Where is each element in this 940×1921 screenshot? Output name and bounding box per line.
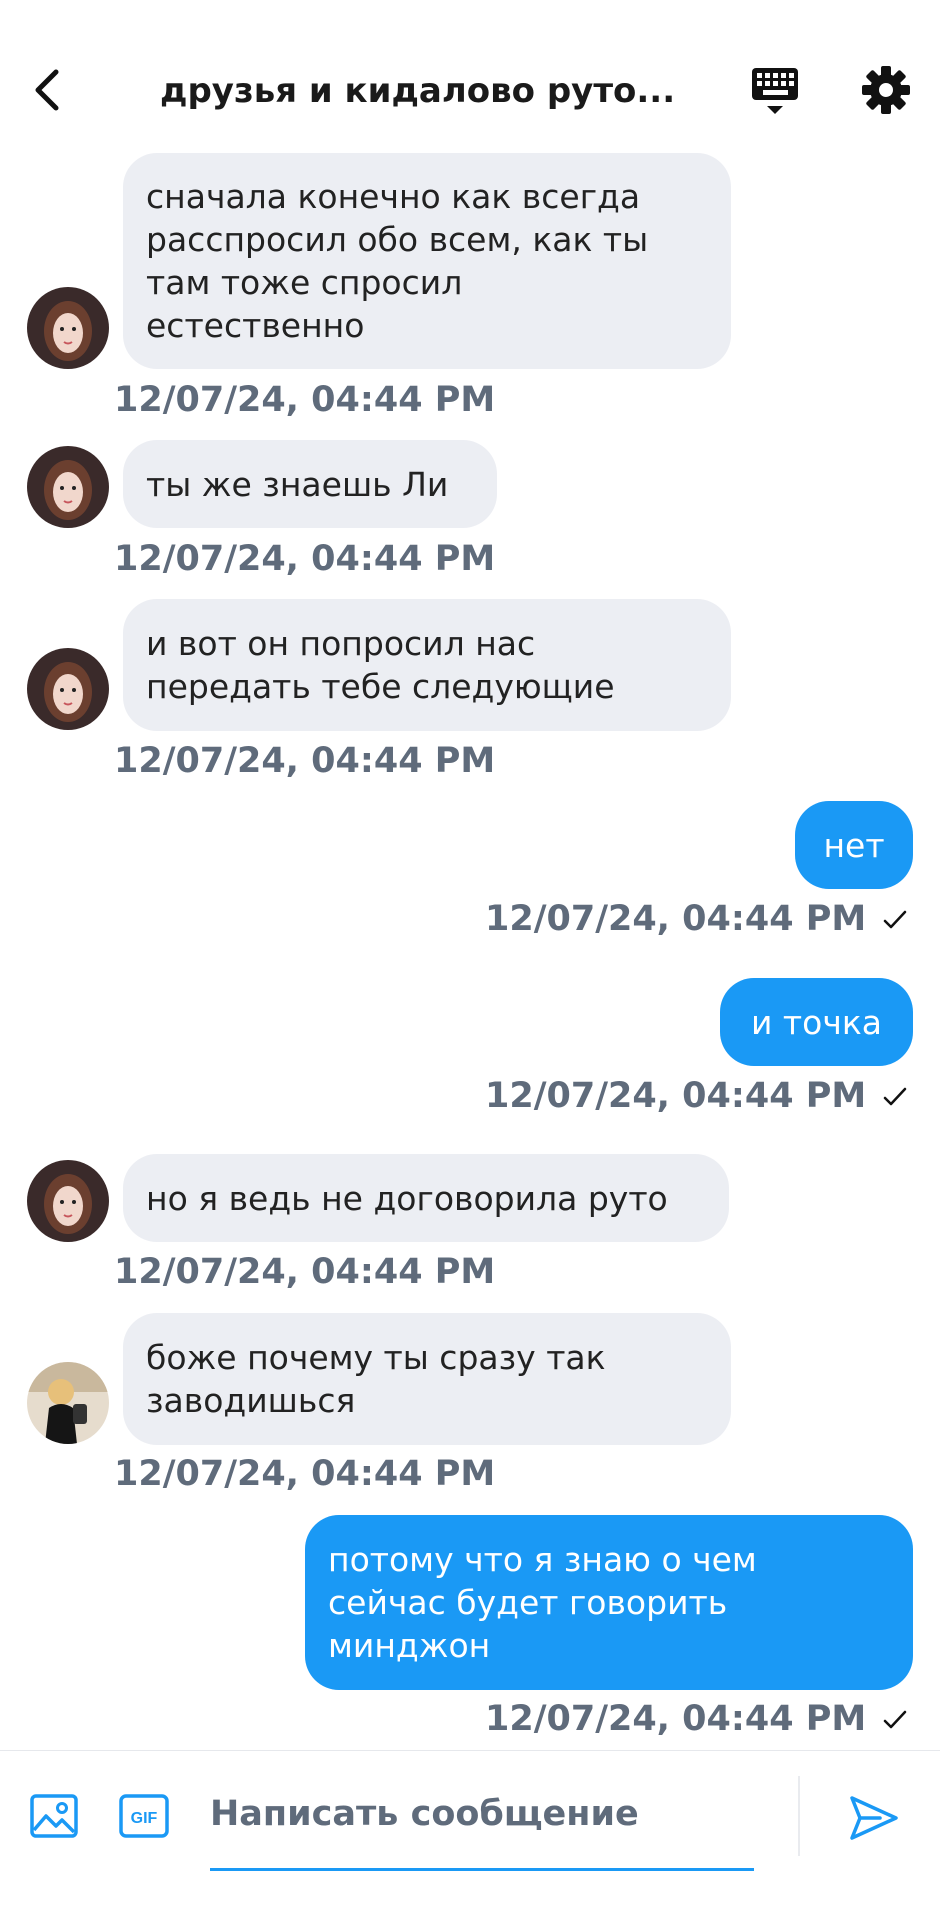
avatar[interactable] xyxy=(27,287,109,369)
message-line: сейчас будет говорить xyxy=(328,1583,728,1622)
message-timestamp: 12/07/24, 04:44 PM xyxy=(114,1454,496,1494)
message-line: но я ведь не договорила руто xyxy=(146,1178,668,1218)
divider xyxy=(798,1776,800,1856)
message-line: ты же знаешь Ли xyxy=(146,464,449,504)
message-timestamp: 12/07/24, 04:44 PM xyxy=(485,899,867,939)
attach-image-button[interactable] xyxy=(28,1790,80,1842)
message-timestamp: 12/07/24, 04:44 PM xyxy=(114,741,496,781)
message-line: нет xyxy=(823,825,885,865)
message-bubble-incoming[interactable]: и вот он попросил нас передать тебе след… xyxy=(123,599,731,731)
avatar[interactable] xyxy=(27,446,109,528)
message-line: и вот он попросил нас xyxy=(146,624,536,663)
message-bubble-incoming[interactable]: ты же знаешь Ли xyxy=(123,440,497,528)
message-timestamp: 12/07/24, 04:44 PM xyxy=(485,1076,867,1116)
message-line: заводишься xyxy=(146,1381,356,1420)
message-line: потому что я знаю о чем xyxy=(328,1540,757,1579)
send-button[interactable] xyxy=(846,1790,902,1846)
gif-label: GIF xyxy=(131,1810,158,1827)
message-bubble-incoming[interactable]: боже почему ты сразу так заводишься xyxy=(123,1313,731,1445)
message-bubble-outgoing[interactable]: потому что я знаю о чем сейчас будет гов… xyxy=(305,1515,913,1690)
message-line: минджон xyxy=(328,1626,491,1665)
message-timestamp: 12/07/24, 04:44 PM xyxy=(114,1252,496,1292)
message-line: там тоже спросил xyxy=(146,263,463,302)
keyboard-icon xyxy=(752,68,798,114)
check-icon xyxy=(883,1710,907,1729)
message-input[interactable] xyxy=(210,1784,754,1844)
avatar[interactable] xyxy=(27,1362,109,1444)
send-icon xyxy=(850,1796,898,1840)
check-icon xyxy=(883,910,907,929)
message-timestamp: 12/07/24, 04:44 PM xyxy=(114,539,496,579)
back-button[interactable] xyxy=(22,62,78,118)
keyboard-button[interactable] xyxy=(748,62,804,118)
check-icon xyxy=(883,1087,907,1106)
message-bubble-incoming[interactable]: но я ведь не договорила руто xyxy=(123,1154,729,1242)
message-timestamp: 12/07/24, 04:44 PM xyxy=(114,380,496,420)
chat-header: друзья и кидалово руто... xyxy=(0,0,940,150)
gif-button[interactable]: GIF xyxy=(118,1792,170,1840)
message-line: передать тебе следующие xyxy=(146,667,615,706)
message-timestamp: 12/07/24, 04:44 PM xyxy=(485,1699,867,1739)
message-bubble-outgoing[interactable]: и точка xyxy=(720,978,913,1066)
message-line: боже почему ты сразу так xyxy=(146,1338,606,1377)
avatar-girl-image xyxy=(27,648,109,730)
avatar[interactable] xyxy=(27,648,109,730)
message-bubble-incoming[interactable]: сначала конечно как всегда расспросил об… xyxy=(123,153,731,369)
message-line: сначала конечно как всегда xyxy=(146,177,641,216)
message-line: расспросил обо всем, как ты xyxy=(146,220,649,259)
gear-icon xyxy=(862,66,910,114)
avatar-person-image xyxy=(27,1362,109,1444)
settings-button[interactable] xyxy=(858,62,914,118)
image-icon xyxy=(30,1794,78,1838)
avatar[interactable] xyxy=(27,1160,109,1242)
message-line: естественно xyxy=(146,306,365,345)
chevron-left-icon xyxy=(35,69,59,111)
gif-icon: GIF xyxy=(119,1794,169,1838)
chat-title[interactable]: друзья и кидалово руто... xyxy=(160,66,700,116)
avatar-girl-image xyxy=(27,1160,109,1242)
message-line: и точка xyxy=(750,1002,882,1042)
input-underline xyxy=(210,1868,754,1871)
message-bubble-outgoing[interactable]: нет xyxy=(795,801,913,889)
avatar-girl-image xyxy=(27,287,109,369)
avatar-girl-image xyxy=(27,446,109,528)
